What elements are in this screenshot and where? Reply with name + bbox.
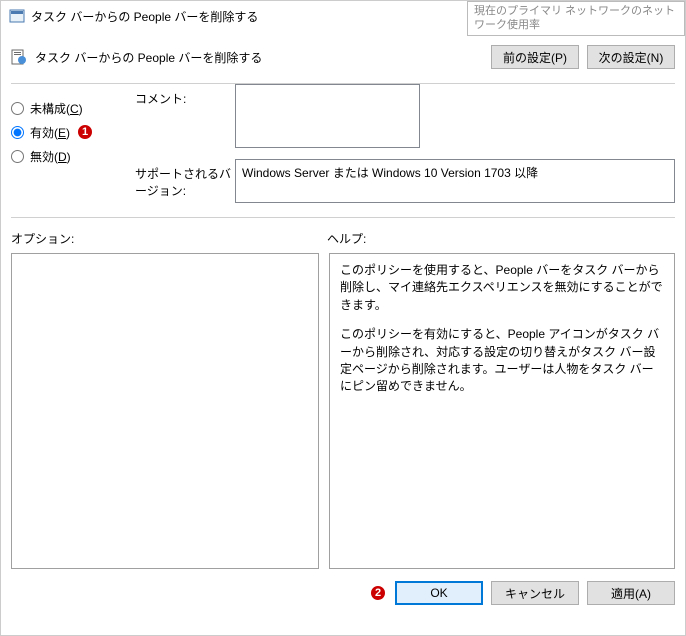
annotation-badge-2: 2 [369,584,387,602]
radio-not-configured-input[interactable] [11,102,24,115]
comment-textarea[interactable] [235,84,420,148]
radio-enabled[interactable]: 有効(E) 1 [11,120,121,144]
supported-value: Windows Server または Windows 10 Version 17… [242,166,538,180]
help-label: ヘルプ: [327,230,366,247]
header-row: タスク バーからの People バーを削除する 前の設定(P) 次の設定(N) [11,31,675,83]
help-paragraph-2: このポリシーを有効にすると、People アイコンがタスク バーから削除され、対… [340,326,664,396]
network-tooltip: 現在のプライマリ ネットワークのネットワーク使用率 [467,1,685,36]
help-paragraph-1: このポリシーを使用すると、People バーをタスク バーから削除し、マイ連絡先… [340,262,664,314]
radio-disabled-input[interactable] [11,150,24,163]
policy-name: タスク バーからの People バーを削除する [35,49,491,66]
radio-not-configured[interactable]: 未構成(C) [11,96,121,120]
annotation-badge-1: 1 [76,123,94,141]
policy-icon [9,8,25,24]
ok-button[interactable]: OK [395,581,483,605]
window-title: タスク バーからの People バーを削除する [31,8,258,25]
options-panel [11,253,319,569]
radio-enabled-input[interactable] [11,126,24,139]
help-panel: このポリシーを使用すると、People バーをタスク バーから削除し、マイ連絡先… [329,253,675,569]
policy-doc-icon [11,49,27,65]
next-setting-button[interactable]: 次の設定(N) [587,45,675,69]
radio-disabled[interactable]: 無効(D) [11,144,121,168]
cancel-button[interactable]: キャンセル [491,581,579,605]
prev-setting-button[interactable]: 前の設定(P) [491,45,579,69]
divider-2 [11,217,675,218]
supported-label: サポートされるバージョン: [135,159,235,203]
footer: 2 OK キャンセル 適用(A) [11,581,675,605]
tooltip-text: 現在のプライマリ ネットワークのネットワーク使用率 [474,5,675,31]
supported-text: Windows Server または Windows 10 Version 17… [235,159,675,203]
comment-label: コメント: [135,84,235,151]
apply-button[interactable]: 適用(A) [587,581,675,605]
options-label: オプション: [11,230,327,247]
state-radios: 未構成(C) 有効(E) 1 無効(D) [11,84,121,211]
